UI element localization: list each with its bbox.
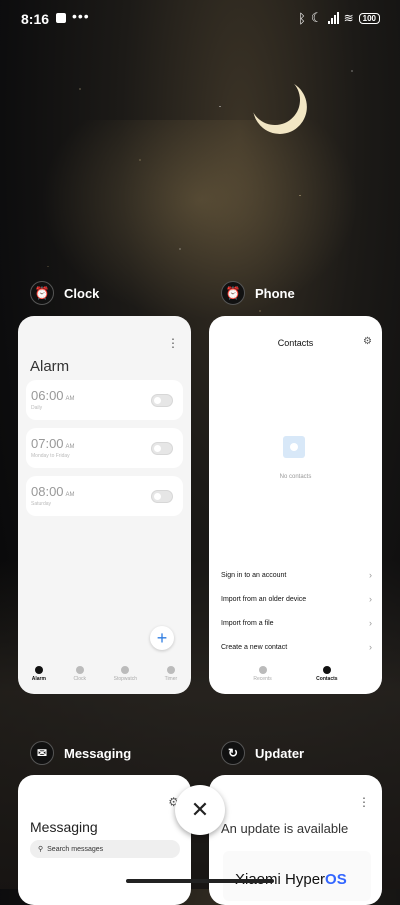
bottom-nav: Recents Contacts: [209, 666, 382, 682]
alarm-row[interactable]: 06:00 AM Daily: [26, 380, 183, 420]
app-label-phone[interactable]: ⏰ Phone: [221, 281, 295, 305]
alarm-toggle[interactable]: [151, 394, 173, 407]
alarm-toggle[interactable]: [151, 442, 173, 455]
alarm-row[interactable]: 08:00 AM Saturday: [26, 476, 183, 516]
stopwatch-icon: [121, 666, 130, 674]
bluetooth-icon: ᛒ: [298, 10, 306, 26]
app-name: Clock: [64, 285, 100, 301]
home-indicator[interactable]: [126, 879, 274, 883]
alarm-row[interactable]: 07:00 AM Monday to Friday: [26, 428, 183, 468]
nav-clock[interactable]: Clock: [74, 666, 86, 682]
hourglass-icon: [166, 666, 175, 674]
menu-import-file[interactable]: Import from a file ›: [221, 618, 372, 628]
bottom-nav: Alarm Clock Stopwatch Timer: [18, 666, 191, 682]
page-title: Alarm: [30, 358, 70, 375]
menu-create-contact[interactable]: Create a new contact ›: [221, 642, 372, 652]
app-name: Updater: [255, 745, 305, 761]
chevron-right-icon: ›: [369, 570, 372, 580]
signal-icon: [327, 12, 339, 24]
nav-contacts[interactable]: Contacts: [316, 666, 338, 682]
messaging-card[interactable]: ⚙ Messaging ⚲ Search messages: [18, 775, 191, 905]
nav-alarm[interactable]: Alarm: [32, 666, 46, 682]
menu-import-device[interactable]: Import from an older device ›: [221, 594, 372, 604]
chevron-right-icon: ›: [369, 618, 372, 628]
status-icons: ᛒ ☾ ≋ 100: [298, 10, 380, 26]
menu-sign-in[interactable]: Sign in to an account ›: [221, 570, 372, 580]
search-input[interactable]: ⚲ Search messages: [30, 840, 180, 858]
more-options-icon[interactable]: ⋮: [358, 795, 370, 809]
app-name: Messaging: [64, 745, 132, 761]
more-notifications-icon: •••: [72, 8, 90, 24]
alarm-time: 07:00 AM: [31, 436, 75, 451]
app-name: Phone: [255, 285, 295, 301]
app-label-clock[interactable]: ⏰ Clock: [30, 281, 99, 305]
app-label-updater[interactable]: ↻ Updater: [221, 741, 304, 765]
app-label-messaging[interactable]: ✉ Messaging: [30, 741, 131, 765]
nav-timer[interactable]: Timer: [165, 666, 177, 682]
settings-gear-icon[interactable]: ⚙: [363, 336, 372, 347]
page-title: An update is available: [221, 821, 349, 836]
empty-state-text: No contacts: [279, 474, 312, 480]
page-title: Messaging: [30, 819, 98, 835]
updater-app-icon: ↻: [221, 741, 245, 765]
add-alarm-button[interactable]: +: [150, 626, 174, 650]
alarm-toggle[interactable]: [151, 490, 173, 503]
phone-card[interactable]: Contacts ⚙ No contacts Sign in to an acc…: [209, 316, 382, 694]
alarm-time: 08:00 AM: [31, 484, 75, 499]
battery-icon: 100: [358, 12, 380, 24]
alarm-time: 06:00 AM: [31, 388, 75, 403]
phone-icon: [258, 666, 267, 674]
close-icon: ✕: [190, 797, 210, 822]
status-time: 8:16: [21, 11, 50, 27]
phone-app-icon: ⏰: [221, 281, 245, 305]
search-icon: ⚲: [38, 846, 44, 853]
nav-recents[interactable]: Recents: [253, 666, 272, 682]
person-icon: [322, 666, 331, 674]
messaging-app-icon: ✉: [30, 741, 54, 765]
alarm-icon: [34, 666, 43, 674]
contact-placeholder-icon: [283, 436, 305, 458]
status-bar: 8:16 ••• ᛒ ☾ ≋ 100: [0, 0, 400, 36]
close-all-button[interactable]: ✕: [175, 785, 225, 835]
do-not-disturb-icon: ☾: [310, 10, 323, 25]
updater-card[interactable]: ⋮ An update is available Xiaomi HyperOS: [209, 775, 382, 905]
clock-card[interactable]: ⋮ Alarm 06:00 AM Daily 07:00 AM Monday to …: [18, 316, 191, 694]
chevron-right-icon: ›: [369, 594, 372, 604]
alarm-repeat: Saturday: [31, 501, 52, 507]
page-title: Contacts: [277, 338, 314, 348]
notification-square-icon: [56, 13, 66, 23]
alarm-repeat: Daily: [31, 405, 43, 411]
chevron-right-icon: ›: [369, 642, 372, 652]
alarm-repeat: Monday to Friday: [31, 453, 70, 459]
hyperos-banner: Xiaomi HyperOS: [223, 851, 371, 901]
clock-icon: [75, 666, 84, 674]
nav-stopwatch[interactable]: Stopwatch: [114, 666, 137, 682]
clock-app-icon: ⏰: [30, 281, 54, 305]
wifi-icon: ≋: [343, 11, 354, 25]
more-options-icon[interactable]: ⋮: [167, 336, 179, 350]
